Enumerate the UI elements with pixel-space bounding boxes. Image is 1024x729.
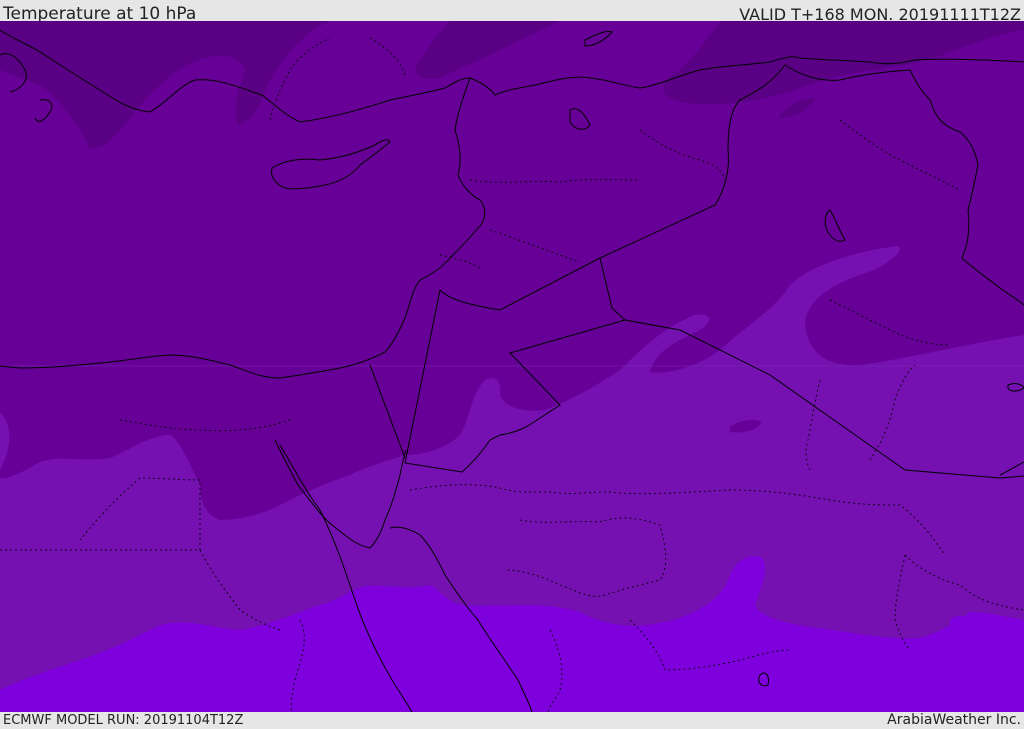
model-run-label: ECMWF MODEL RUN: 20191104T12Z xyxy=(3,713,244,728)
temperature-map xyxy=(0,21,1024,712)
credit-label: ArabiaWeather Inc. xyxy=(887,712,1021,728)
map-header: Temperature at 10 hPa VALID T+168 MON. 2… xyxy=(0,0,1024,24)
map-footer: ECMWF MODEL RUN: 20191104T12Z ArabiaWeat… xyxy=(0,712,1024,729)
